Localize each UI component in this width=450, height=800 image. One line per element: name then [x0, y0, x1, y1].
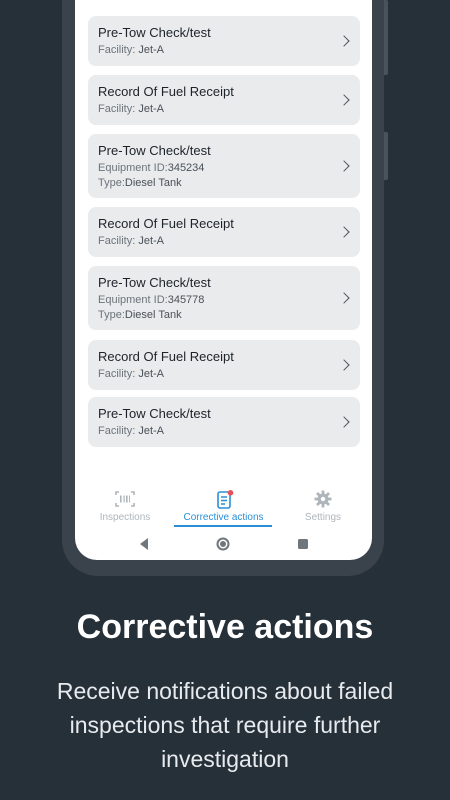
nav-inspections[interactable]: Inspections — [93, 490, 157, 523]
card-detail: Facility: Jet-A — [98, 103, 165, 115]
list-item[interactable]: Record Of Fuel Receipt Facility: Jet-A — [88, 75, 360, 125]
promo-description: Receive notifications about failed inspe… — [56, 678, 394, 772]
list-item[interactable]: Record Of Fuel Receipt Facility: Jet-A — [88, 340, 360, 390]
nav-corrective-actions[interactable]: Corrective actions — [175, 490, 272, 523]
recents-icon[interactable] — [297, 538, 309, 550]
list-item[interactable]: Pre-Tow Check/test Equipment ID:345234 T… — [88, 134, 360, 198]
card-detail: Facility: Jet-A — [98, 235, 165, 247]
card-title: Pre-Tow Check/test — [98, 406, 211, 421]
card-title: Record Of Fuel Receipt — [98, 349, 234, 364]
card-detail: Equipment ID:345778 — [98, 294, 205, 306]
system-nav-bar — [75, 530, 372, 560]
nav-label: Inspections — [99, 512, 151, 523]
card-detail: Facility: Jet-A — [98, 425, 165, 437]
card-title: Pre-Tow Check/test — [98, 275, 211, 290]
list-item[interactable]: Pre-Tow Check/test Facility: Jet-A — [88, 16, 360, 66]
scan-icon — [93, 490, 157, 508]
card-detail: Type:Diesel Tank — [98, 177, 182, 189]
list-item[interactable]: Pre-Tow Check/test Equipment ID:345778 T… — [88, 266, 360, 330]
promo-headline: Corrective actions — [76, 608, 374, 646]
bottom-nav: Inspections Corrective actions Settings — [75, 482, 372, 528]
nav-settings[interactable]: Settings — [295, 490, 351, 523]
clipboard-icon — [175, 490, 272, 509]
active-tab-indicator — [174, 525, 272, 527]
power-button — [384, 132, 388, 180]
card-detail: Facility: Jet-A — [98, 368, 165, 380]
list-item[interactable]: Record Of Fuel Receipt Facility: Jet-A — [88, 207, 360, 257]
notification-badge — [227, 490, 233, 496]
nav-label: Corrective actions — [183, 512, 264, 523]
card-detail: Equipment ID:345234 — [98, 162, 205, 174]
card-title: Record Of Fuel Receipt — [98, 84, 234, 99]
card-detail: Facility: Jet-A — [98, 44, 165, 56]
volume-button — [384, 0, 388, 75]
card-title: Pre-Tow Check/test — [98, 143, 211, 158]
home-icon[interactable] — [216, 537, 230, 551]
card-title: Pre-Tow Check/test — [98, 25, 211, 40]
nav-label: Settings — [304, 512, 342, 523]
app-screen: Pre-Tow Check/test Facility: Jet-A Recor… — [75, 0, 372, 560]
list-item[interactable]: Pre-Tow Check/test Facility: Jet-A — [88, 397, 360, 447]
gear-icon — [295, 490, 351, 508]
card-detail: Type:Diesel Tank — [98, 309, 182, 321]
back-icon[interactable] — [138, 537, 150, 551]
card-title: Record Of Fuel Receipt — [98, 216, 234, 231]
